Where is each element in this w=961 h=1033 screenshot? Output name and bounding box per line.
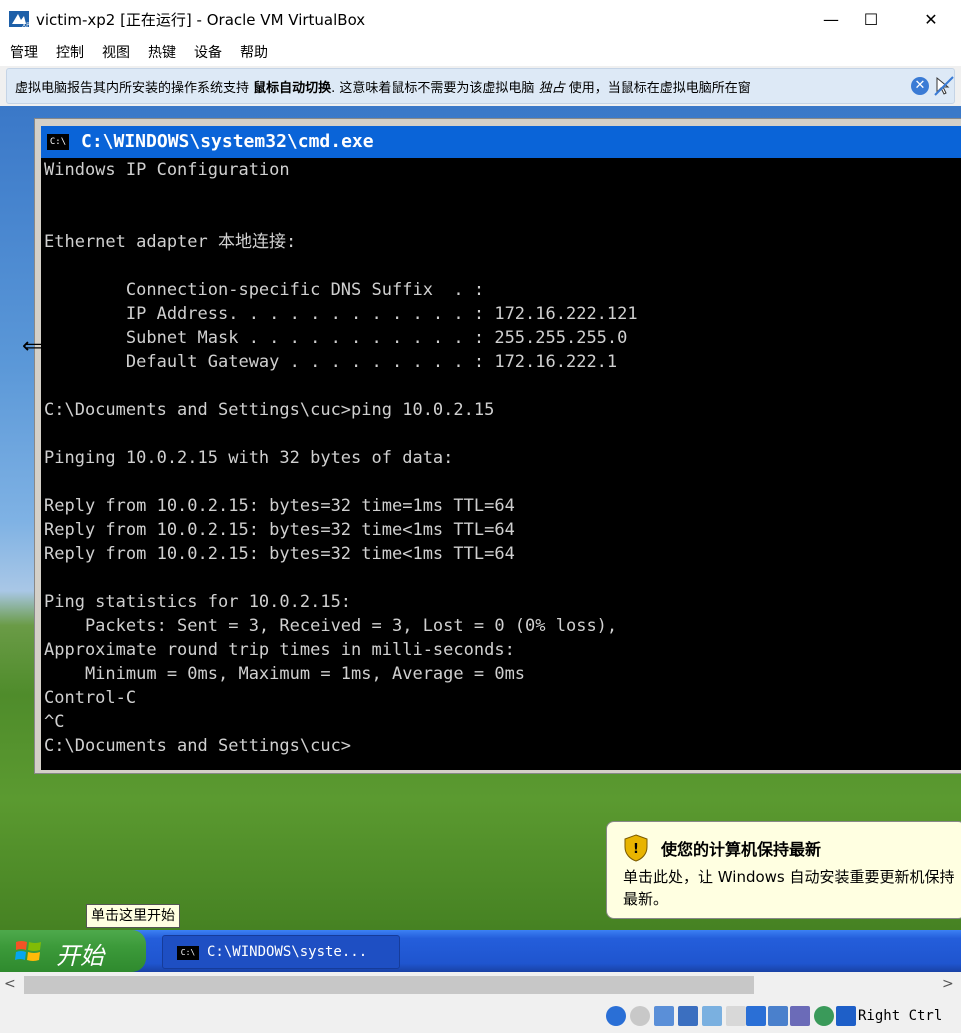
console-line: Reply from 10.0.2.15: bytes=32 time=1ms … xyxy=(44,496,515,516)
console-line: Windows IP Configuration xyxy=(44,160,290,180)
start-label: 开始 xyxy=(56,942,104,970)
windows-flag-icon xyxy=(15,941,41,961)
virtualization-icon[interactable] xyxy=(790,1006,810,1026)
maximize-button[interactable]: ☐ xyxy=(845,0,897,38)
svg-text:!: ! xyxy=(633,842,639,857)
menu-view[interactable]: 视图 xyxy=(102,42,130,62)
close-button[interactable]: ✕ xyxy=(905,0,957,38)
horizontal-scrollbar[interactable]: < > xyxy=(0,972,961,998)
console-line: Connection-specific DNS Suffix . : xyxy=(44,280,485,300)
menu-hotkey[interactable]: 热键 xyxy=(148,42,176,62)
shared-folder-icon[interactable] xyxy=(726,1006,746,1026)
console-line: C:\Documents and Settings\cuc> xyxy=(44,736,352,756)
hard-disk-icon[interactable] xyxy=(606,1006,626,1026)
window-title: victim-xp2 [正在运行] - Oracle VM VirtualBox xyxy=(36,11,366,29)
vm-screen[interactable]: C:\ C:\WINDOWS\system32\cmd.exe Windows … xyxy=(0,106,961,972)
cmd-console[interactable]: Windows IP Configuration Ethernet adapte… xyxy=(41,158,961,770)
menu-help[interactable]: 帮助 xyxy=(240,42,268,62)
scroll-right-icon[interactable]: > xyxy=(942,976,954,992)
cmd-app-icon: C:\ xyxy=(47,134,69,150)
console-line: Ethernet adapter 本地连接: xyxy=(44,232,297,252)
start-button[interactable]: 开始 xyxy=(0,930,146,972)
console-line: Packets: Sent = 3, Received = 3, Lost = … xyxy=(44,616,618,636)
cmd-window[interactable]: C:\ C:\WINDOWS\system32\cmd.exe Windows … xyxy=(34,118,961,774)
audio-icon[interactable] xyxy=(654,1006,674,1026)
console-line: Default Gateway . . . . . . . . . : 172.… xyxy=(44,352,618,372)
console-line: IP Address. . . . . . . . . . . . : 172.… xyxy=(44,304,638,324)
status-bar: Right Ctrl xyxy=(0,1000,961,1033)
update-balloon[interactable]: ! 使您的计算机保持最新 单击此处，让 Windows 自动安装重要更新机保持最… xyxy=(606,821,961,919)
console-line: Reply from 10.0.2.15: bytes=32 time<1ms … xyxy=(44,520,515,540)
balloon-title: 使您的计算机保持最新 xyxy=(661,840,822,859)
virtualbox-icon: XP xyxy=(9,11,30,29)
taskbar-item-label: C:\WINDOWS\syste... xyxy=(207,944,368,960)
console-line: Subnet Mask . . . . . . . . . . . : 255.… xyxy=(44,328,628,348)
taskbar-item-cmd[interactable]: C:\ C:\WINDOWS\syste... xyxy=(162,935,400,969)
cmd-titlebar[interactable]: C:\ C:\WINDOWS\system32\cmd.exe xyxy=(41,126,961,158)
scroll-thumb[interactable] xyxy=(24,976,754,994)
keyboard-capture-icon[interactable] xyxy=(836,1006,856,1026)
menu-bar: 管理 控制 视图 热键 设备 帮助 xyxy=(0,38,961,66)
console-line: Ping statistics for 10.0.2.15: xyxy=(44,592,352,612)
network-icon[interactable] xyxy=(678,1006,698,1026)
console-line: C:\Documents and Settings\cuc>ping 10.0.… xyxy=(44,400,495,420)
menu-manage[interactable]: 管理 xyxy=(10,42,38,62)
optical-drive-icon[interactable] xyxy=(630,1006,650,1026)
console-line: ^C xyxy=(44,712,65,732)
notice-text: 虚拟电脑报告其内所安装的操作系统支持 鼠标自动切换. 这意味着鼠标不需要为该虚拟… xyxy=(15,81,751,96)
mouse-integration-notice: 虚拟电脑报告其内所安装的操作系统支持 鼠标自动切换. 这意味着鼠标不需要为该虚拟… xyxy=(6,68,955,104)
recording-icon[interactable] xyxy=(768,1006,788,1026)
menu-control[interactable]: 控制 xyxy=(56,42,84,62)
menu-devices[interactable]: 设备 xyxy=(194,42,222,62)
cmd-title: C:\WINDOWS\system32\cmd.exe xyxy=(81,131,374,152)
console-line: Minimum = 0ms, Maximum = 1ms, Average = … xyxy=(44,664,526,684)
usb-icon[interactable] xyxy=(702,1006,722,1026)
balloon-body: 单击此处，让 Windows 自动安装重要更新机保持最新。 xyxy=(623,868,955,908)
console-line: Pinging 10.0.2.15 with 32 bytes of data: xyxy=(44,448,454,468)
scroll-left-icon[interactable]: < xyxy=(4,976,16,992)
window-titlebar: XP victim-xp2 [正在运行] - Oracle VM Virtual… xyxy=(0,0,961,38)
console-line: Approximate round trip times in milli-se… xyxy=(44,640,515,660)
display-icon[interactable] xyxy=(746,1006,766,1026)
mouse-integration-icon[interactable] xyxy=(814,1006,834,1026)
cmd-task-icon: C:\ xyxy=(177,946,199,960)
console-line: Control-C xyxy=(44,688,137,708)
close-notice-icon[interactable]: ✕ xyxy=(911,77,929,95)
resize-cursor-icon: ⟺ xyxy=(22,334,54,359)
mouse-cursor-off-icon[interactable] xyxy=(933,75,955,97)
host-key-label: Right Ctrl xyxy=(858,1008,943,1024)
svg-text:XP: XP xyxy=(22,22,30,29)
taskbar: 开始 C:\ C:\WINDOWS\syste... xyxy=(0,930,961,972)
security-shield-icon: ! xyxy=(624,834,648,862)
start-tooltip: 单击这里开始 xyxy=(86,904,180,928)
console-line: Reply from 10.0.2.15: bytes=32 time<1ms … xyxy=(44,544,515,564)
